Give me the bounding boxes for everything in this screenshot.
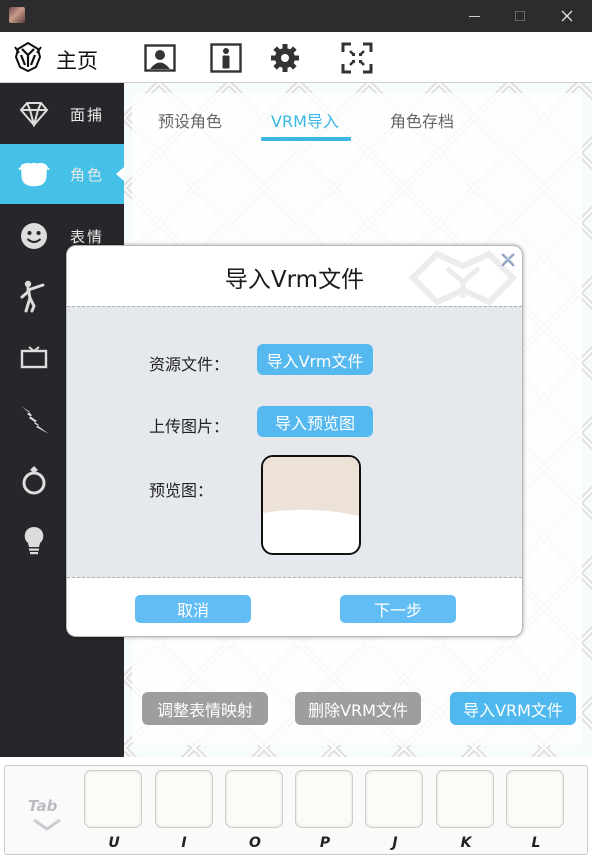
info-person-button[interactable]: [209, 41, 243, 75]
preview-image-box: [261, 455, 361, 555]
hotkey-label: U: [108, 835, 120, 851]
cancel-button[interactable]: 取消: [135, 595, 251, 623]
hotkey-slot-o[interactable]: [225, 770, 283, 828]
portrait-icon: [144, 44, 176, 72]
import-vrm-file-button[interactable]: 导入Vrm文件: [257, 344, 373, 375]
gear-icon: [271, 44, 299, 72]
hotkey-label: I: [181, 835, 187, 851]
dialog-body: 资源文件： 导入Vrm文件 上传图片： 导入预览图 预览图：: [67, 306, 522, 578]
hotkey-slot-l[interactable]: [506, 770, 564, 828]
dialog-close-icon[interactable]: [500, 252, 516, 268]
tab-vrm-import[interactable]: VRM导入: [271, 108, 339, 132]
focus-frame-icon: [341, 42, 373, 74]
hotkey-slot-p[interactable]: [295, 770, 353, 828]
dance-pose-icon: [18, 280, 50, 313]
ring-icon: [18, 465, 50, 497]
import-vrm-dialog: 导入Vrm文件 资源文件： 导入Vrm文件 上传图片： 导入预览图 预览图： 取…: [66, 245, 523, 637]
next-step-button[interactable]: 下一步: [340, 595, 456, 623]
diamond-icon: [18, 98, 50, 130]
close-icon: [561, 10, 573, 22]
dialog-title: 导入Vrm文件: [224, 267, 365, 293]
smiley-icon: [18, 220, 50, 252]
lightning-icon: [18, 403, 50, 435]
sidebar-item-face-capture[interactable]: 面捕: [0, 84, 124, 144]
lightbulb-icon: [18, 525, 50, 557]
sidebar-item-label: 表情: [70, 227, 105, 246]
portrait-button[interactable]: [143, 41, 177, 75]
home-title[interactable]: 主页: [56, 45, 98, 75]
active-tab-indicator: [261, 137, 351, 141]
app-logo-icon: [14, 41, 42, 73]
hotkey-label: L: [531, 835, 541, 851]
adjust-expression-button[interactable]: 调整表情映射: [142, 692, 268, 725]
screen-icon: [18, 342, 50, 374]
upload-image-label: 上传图片：: [149, 417, 230, 436]
hotkey-slot-j[interactable]: [365, 770, 423, 828]
hotkey-label: O: [249, 835, 261, 851]
app-avatar-icon: [9, 7, 25, 23]
hotkey-label: J: [392, 835, 398, 851]
tab-preset-character[interactable]: 预设角色: [158, 108, 222, 132]
delete-vrm-button[interactable]: 删除VRM文件: [295, 692, 421, 725]
tab-character-archive[interactable]: 角色存档: [390, 108, 454, 132]
info-person-icon: [210, 43, 242, 73]
maximize-icon: [515, 11, 525, 21]
resource-file-label: 资源文件：: [149, 355, 230, 374]
hotkey-slot-i[interactable]: [155, 770, 213, 828]
sidebar-item-character[interactable]: 角色: [0, 144, 124, 204]
close-button[interactable]: [544, 0, 590, 32]
hotkey-label: P: [319, 835, 331, 851]
chevron-down-icon[interactable]: [32, 818, 62, 832]
tab-hint-label: Tab: [28, 797, 58, 815]
minimize-icon: [468, 15, 480, 17]
import-vrm-button[interactable]: 导入VRM文件: [450, 692, 576, 725]
import-preview-button[interactable]: 导入预览图: [257, 406, 373, 437]
main-header: 主页: [0, 32, 592, 83]
preview-placeholder-image: [263, 457, 359, 517]
settings-button[interactable]: [268, 41, 302, 75]
sidebar-item-label: 角色: [70, 165, 105, 184]
hotkey-label: K: [460, 835, 472, 851]
window-titlebar: [0, 0, 592, 32]
sidebar-item-label: 面捕: [70, 105, 105, 124]
preview-label: 预览图：: [149, 481, 214, 500]
hotkey-slot-u[interactable]: [84, 770, 142, 828]
hotkey-slot-k[interactable]: [436, 770, 494, 828]
maximize-button[interactable]: [497, 0, 543, 32]
minimize-button[interactable]: [451, 0, 497, 32]
focus-frame-button[interactable]: [340, 41, 374, 75]
character-icon: [18, 158, 50, 190]
